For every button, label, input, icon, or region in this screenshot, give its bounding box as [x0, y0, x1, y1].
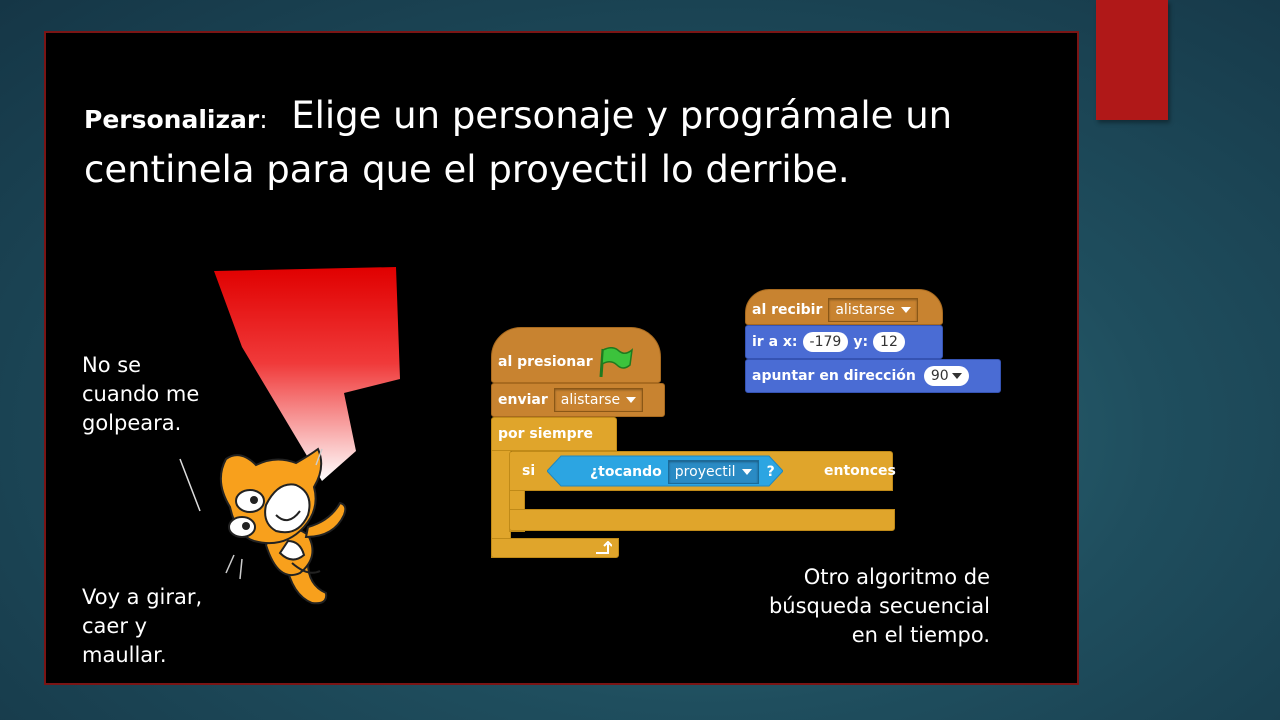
direction-value: 90: [930, 368, 949, 384]
chevron-down-icon: [951, 373, 962, 379]
touching-label: ¿tocando: [590, 464, 662, 480]
if-block[interactable]: si ¿tocando proyectil ? entonces: [509, 451, 896, 491]
title-colon: :: [259, 105, 268, 134]
loop-arrow-icon: [596, 541, 612, 554]
chevron-down-icon: [741, 469, 752, 475]
slide-title: Personalizar: Elige un personaje y progr…: [84, 91, 1044, 195]
when-receive-label: al recibir: [752, 302, 823, 318]
cat-thought-text: No se cuando me golpeara.: [82, 353, 200, 435]
y-value-input[interactable]: 12: [873, 332, 905, 352]
question-mark: ?: [766, 464, 775, 480]
touching-target-value: proyectil: [674, 464, 736, 480]
then-label: entonces: [824, 463, 896, 479]
goto-xy-block[interactable]: ir a x: -179 y: 12: [745, 325, 943, 359]
chevron-down-icon: [900, 307, 911, 313]
green-flag-icon: [599, 347, 633, 377]
point-direction-label: apuntar en dirección: [752, 368, 916, 384]
forever-label: por siempre: [498, 426, 594, 442]
y-label: y:: [853, 334, 869, 350]
slide-panel: Personalizar: Elige un personaje y progr…: [44, 31, 1079, 685]
when-flag-clicked-hat-block[interactable]: al presionar: [491, 327, 661, 383]
if-label: si: [522, 463, 536, 479]
forever-block[interactable]: por siempre: [491, 417, 617, 451]
touching-target-dropdown[interactable]: proyectil: [667, 460, 759, 484]
broadcast-message-value: alistarse: [560, 392, 621, 408]
if-block-foot: [509, 509, 895, 531]
algorithm-note-text: Otro algoritmo de búsqueda secuencial en…: [768, 565, 990, 647]
broadcast-label: enviar: [498, 392, 548, 408]
when-flag-clicked-label: al presionar: [498, 354, 593, 370]
goto-label: ir a x:: [752, 334, 798, 350]
x-value-input[interactable]: -179: [802, 332, 849, 352]
forever-block-foot: [491, 538, 619, 558]
point-direction-block[interactable]: apuntar en dirección 90: [745, 359, 1001, 393]
red-accent-bar: [1096, 0, 1168, 120]
when-receive-hat-block[interactable]: al recibir alistarse: [745, 289, 943, 325]
message-dropdown-value: alistarse: [835, 302, 895, 318]
message-dropdown[interactable]: alistarse: [828, 298, 918, 322]
broadcast-block[interactable]: enviar alistarse: [491, 383, 665, 417]
chevron-down-icon: [626, 397, 637, 403]
title-lead: Personalizar: [84, 105, 260, 134]
direction-value-input[interactable]: 90: [923, 366, 969, 386]
broadcast-message-dropdown[interactable]: alistarse: [553, 388, 644, 412]
cat-plan-text: Voy a girar, caer y maullar.: [82, 585, 203, 667]
